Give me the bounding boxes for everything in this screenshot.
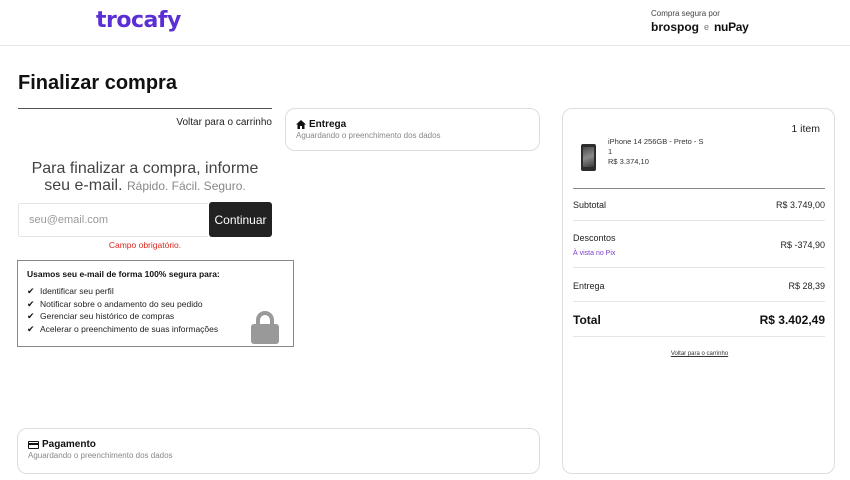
summary-divider <box>573 336 825 337</box>
cart-product: iPhone 14 256GB - Preto - S 1 R$ 3.374,1… <box>581 137 703 171</box>
summary-divider <box>573 220 825 221</box>
total-label: Total <box>573 313 601 327</box>
order-summary: 1 item iPhone 14 256GB - Preto - S 1 R$ … <box>562 108 835 474</box>
payment-panel: Pagamento Aguardando o preenchimento dos… <box>17 428 540 474</box>
left-column <box>18 108 272 109</box>
secure-label: Compra segura por <box>651 9 720 18</box>
list-item: ✔ Acelerar o preenchimento de suas inform… <box>27 323 284 336</box>
list-item-label: Identificar seu perfil <box>40 286 114 296</box>
back-to-cart-link[interactable]: Voltar para o carrinho <box>18 117 272 128</box>
page-title: Finalizar compra <box>18 72 177 94</box>
list-item: ✔ Gerenciar seu histórico de compras <box>27 310 284 323</box>
subtotal-label: Subtotal <box>573 200 607 210</box>
security-box-title: Usamos seu e-mail de forma 100% segura p… <box>27 269 220 279</box>
list-item-label: Notificar sobre o andamento do seu pedid… <box>40 298 203 309</box>
delivery-value: R$ 28,39 <box>788 281 825 291</box>
email-error-message: Campo obrigatório. <box>108 240 182 250</box>
email-input[interactable] <box>18 203 208 237</box>
subtotal-row: Subtotal R$ 3.749,00 <box>573 200 825 210</box>
check-icon: ✔ <box>27 323 35 334</box>
list-item-label: Gerenciar seu histórico de compras <box>40 311 175 321</box>
email-subheading: Rápido. Fácil. Seguro. <box>126 179 246 193</box>
delivery-row: Entrega R$ 28,39 <box>573 281 825 291</box>
product-image <box>581 144 596 171</box>
summary-divider <box>573 267 825 268</box>
discount-value: R$ -374,90 <box>780 240 825 250</box>
nupay-logo: nuPay <box>714 20 749 34</box>
delivery-panel: Entrega Aguardando o preenchimento dos d… <box>285 108 540 151</box>
brands-separator: e <box>704 22 710 32</box>
item-count: 1 item <box>791 123 820 135</box>
delivery-status: Aguardando o preenchimento dos dados <box>296 131 441 140</box>
payment-title: Pagamento <box>42 439 96 450</box>
summary-divider <box>573 188 825 189</box>
payment-status: Aguardando o preenchimento dos dados <box>28 451 173 460</box>
check-icon: ✔ <box>27 311 35 321</box>
delivery-label: Entrega <box>573 281 605 291</box>
secure-payment-badge: Compra segura por brospog e nuPay <box>651 9 749 34</box>
continue-button[interactable]: Continuar <box>209 202 272 237</box>
trocafy-logo[interactable]: trocafy <box>96 8 181 33</box>
subtotal-value: R$ 3.749,00 <box>775 200 825 210</box>
email-security-box: Usamos seu e-mail de forma 100% segura p… <box>17 260 294 347</box>
list-item: ✔ Notificar sobre o andamento do seu pedi… <box>27 298 284 311</box>
payment-brands: brospog e nuPay <box>651 20 749 34</box>
pix-discount-note: À vista no Pix <box>573 250 616 257</box>
discount-value-row: R$ -374,90 <box>573 240 825 250</box>
top-header: trocafy Compra segura por brospog e nuPa… <box>0 0 850 46</box>
product-price: R$ 3.374,10 <box>608 157 649 166</box>
summary-divider <box>573 301 825 302</box>
home-icon <box>296 120 306 129</box>
list-item-label: Acelerar o preenchimento de suas informa… <box>40 323 219 334</box>
total-row: Total R$ 3.402,49 <box>573 313 825 327</box>
credit-card-icon <box>28 440 39 449</box>
list-item: ✔ Identificar seu perfil <box>27 285 284 298</box>
total-value: R$ 3.402,49 <box>759 313 825 327</box>
check-icon: ✔ <box>27 298 35 309</box>
brospog-logo: brospog <box>651 20 699 34</box>
summary-back-to-cart-link[interactable]: Voltar para o carrinho <box>563 351 836 357</box>
product-quantity: 1 <box>608 147 613 156</box>
product-name: iPhone 14 256GB - Preto - S <box>608 137 704 146</box>
lock-icon <box>251 311 279 344</box>
title-divider <box>18 108 272 109</box>
delivery-title: Entrega <box>309 119 347 130</box>
email-heading: Para finalizar a compra, informe seu e-m… <box>18 160 272 195</box>
security-benefits-list: ✔ Identificar seu perfil ✔ Notificar sobre… <box>27 285 284 335</box>
check-icon: ✔ <box>27 286 35 296</box>
